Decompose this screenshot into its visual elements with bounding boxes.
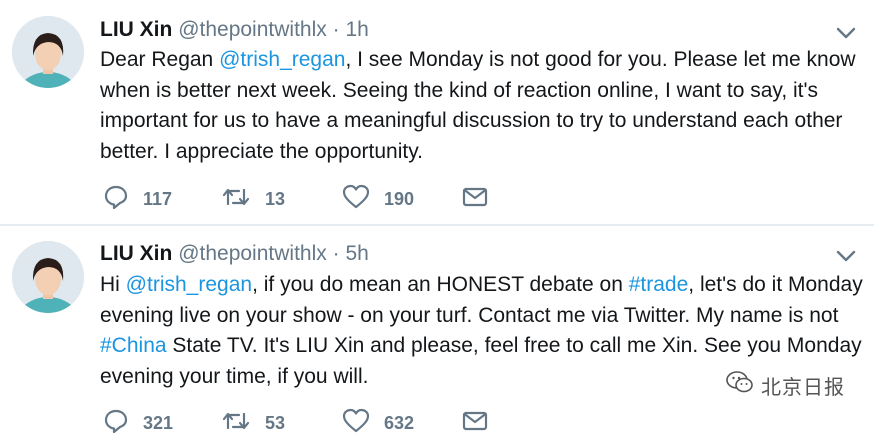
timestamp[interactable]: 5h [345,242,368,265]
retweet-button[interactable]: 53 [221,407,285,439]
like-button[interactable]: 190 [342,183,414,215]
author-handle[interactable]: @thepointwithlx [178,18,327,41]
author-name[interactable]: LIU Xin [100,242,172,265]
avatar[interactable] [12,241,84,313]
author-handle[interactable]: @thepointwithlx [178,242,327,265]
watermark-text: 北京日报 [761,376,845,399]
reply-icon [103,184,129,215]
heart-icon [342,184,370,215]
hashtag-link[interactable]: #China [100,334,167,357]
text-segment: , if you do mean an HONEST debate on [252,273,629,296]
like-button[interactable]: 632 [342,407,414,439]
like-count: 190 [384,188,415,209]
retweet-button[interactable]: 13 [221,183,285,215]
tweet-header: LIU Xin @thepointwithlx · 1h [100,17,369,43]
retweet-icon [221,408,251,439]
tweet-header: LIU Xin @thepointwithlx · 5h [100,241,369,267]
reply-count: 321 [143,412,174,433]
tweet-text: Dear Regan @trish_regan, I see Monday is… [100,45,865,167]
wechat-icon [725,369,755,401]
text-segment: Dear Regan [100,48,220,71]
separator-dot: · [332,18,340,41]
watermark: 北京日报 [725,369,845,401]
tweet[interactable]: LIU Xin @thepointwithlx · 1h Dear Regan … [0,0,874,226]
direct-message-button[interactable] [462,407,488,439]
like-count: 632 [384,412,415,433]
retweet-count: 13 [265,188,286,209]
timestamp[interactable]: 1h [345,18,368,41]
reply-count: 117 [143,188,173,209]
direct-message-button[interactable] [462,183,488,215]
mention-link[interactable]: @trish_regan [219,48,345,71]
retweet-count: 53 [265,412,286,433]
separator-dot: · [332,242,340,265]
reply-button[interactable]: 117 [103,183,172,215]
chevron-down-icon[interactable] [836,249,856,263]
avatar[interactable] [12,16,84,88]
mention-link[interactable]: @trish_regan [126,273,252,296]
hashtag-link[interactable]: #trade [629,273,689,296]
chevron-down-icon[interactable] [836,26,856,40]
envelope-icon [462,409,488,438]
retweet-icon [221,184,251,215]
reply-button[interactable]: 321 [103,407,173,439]
heart-icon [342,408,370,439]
envelope-icon [462,185,488,214]
reply-icon [103,408,129,439]
author-name[interactable]: LIU Xin [100,18,172,41]
text-segment: Hi [100,273,126,296]
